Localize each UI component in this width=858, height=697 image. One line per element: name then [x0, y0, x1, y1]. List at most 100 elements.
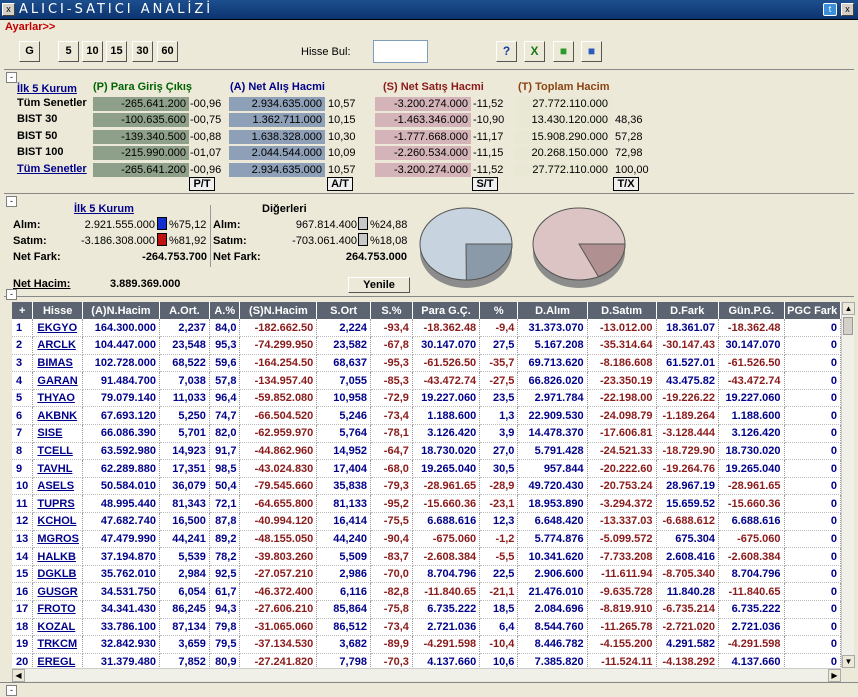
table-row[interactable]: 5 THYAO 79.079.140 11,033 96,4 -59.852.080 10,…: [12, 389, 841, 408]
stock-symbol-link[interactable]: SISE: [32, 424, 83, 443]
column-header[interactable]: Hisse: [32, 302, 83, 319]
period-button-30[interactable]: 30: [132, 41, 153, 62]
summary-row-label[interactable]: Tüm Senetler: [17, 163, 87, 175]
stock-symbol-link[interactable]: THYAO: [32, 389, 83, 408]
collapse-icon[interactable]: -: [6, 196, 17, 207]
stock-symbol-link[interactable]: EKGYO: [32, 319, 83, 338]
stock-symbol-link[interactable]: GARAN: [32, 371, 83, 390]
period-button-5[interactable]: 5: [58, 41, 79, 62]
table-cell: -72,9: [370, 389, 413, 408]
table-row[interactable]: 18 KOZAL 33.786.100 87,134 79,8 -31.065.060 86…: [12, 618, 841, 637]
blue-cubes-icon[interactable]: ■: [581, 41, 602, 62]
stock-symbol-link[interactable]: EREGL: [32, 653, 83, 668]
at-button[interactable]: A/T: [327, 177, 353, 191]
column-header[interactable]: +: [12, 302, 34, 319]
excel-icon[interactable]: X: [524, 41, 545, 62]
column-header[interactable]: Para G.Ç.: [412, 302, 481, 319]
table-cell: -2.608.384: [718, 547, 785, 566]
table-row[interactable]: 3 BIMAS 102.728.000 68,522 59,6 -164.254.50 68…: [12, 354, 841, 373]
stock-symbol-link[interactable]: TUPRS: [32, 494, 83, 514]
table-row[interactable]: 16 GUSGR 34.531.750 6,054 61,7 -46.372.400 6,1…: [12, 582, 841, 601]
scroll-right-icon[interactable]: ▶: [828, 669, 841, 682]
table-cell: 2.906.600: [517, 565, 588, 584]
table-row[interactable]: 20 EREGL 31.379.480 7,852 80,9 -27.241.820 7,7…: [12, 653, 841, 668]
collapse-icon[interactable]: -: [6, 685, 17, 696]
table-row[interactable]: 9 TAVHL 62.289.880 17,351 98,5 -43.024.830 17,…: [12, 459, 841, 478]
table-row[interactable]: 8 TCELL 63.592.980 14,923 91,7 -44.862.960 14,…: [12, 442, 841, 461]
table-cell: 48.995.440: [82, 494, 160, 514]
kurum-title-link[interactable]: İlk 5 Kurum: [74, 203, 134, 215]
refresh-button[interactable]: Yenile: [348, 277, 410, 293]
column-header[interactable]: (A)N.Hacim: [82, 302, 160, 319]
column-header[interactable]: D.Satım: [587, 302, 657, 319]
net-satis-value: -3.200.274.000: [375, 97, 471, 111]
table-cell: 81,133: [316, 494, 371, 514]
stock-symbol-link[interactable]: BIMAS: [32, 354, 83, 373]
column-header[interactable]: PGC Fark: [784, 302, 841, 319]
stock-symbol-link[interactable]: DGKLB: [32, 565, 83, 584]
table-row[interactable]: 1 EKGYO 164.300.000 2,237 84,0 -182.662.50 2,2…: [12, 319, 841, 338]
table-cell: -59.852.080: [239, 389, 318, 408]
column-header[interactable]: A.%: [209, 302, 241, 319]
stock-symbol-link[interactable]: TCELL: [32, 442, 83, 461]
stock-symbol-link[interactable]: HALKB: [32, 547, 83, 566]
kurum-link[interactable]: İlk 5 Kurum: [17, 83, 77, 95]
scroll-left-icon[interactable]: ◀: [12, 669, 25, 682]
close-icon[interactable]: x: [2, 3, 15, 16]
table-row[interactable]: 13 MGROS 47.479.990 44,241 89,2 -48.155.050 44…: [12, 530, 841, 549]
window-close-icon[interactable]: x: [841, 3, 854, 16]
column-header[interactable]: (S)N.Hacim: [239, 302, 318, 319]
table-row[interactable]: 14 HALKB 37.194.870 5,539 78,2 -39.803.260 5,5…: [12, 547, 841, 566]
column-header[interactable]: D.Alım: [517, 302, 588, 319]
table-cell: 7,038: [159, 371, 210, 390]
table-row[interactable]: 15 DGKLB 35.762.010 2,984 92,5 -27.057.210 2,9…: [12, 565, 841, 584]
stock-symbol-link[interactable]: KOZAL: [32, 618, 83, 637]
stock-symbol-link[interactable]: GUSGR: [32, 582, 83, 601]
stock-symbol-link[interactable]: AKBNK: [32, 406, 83, 426]
period-button-60[interactable]: 60: [157, 41, 178, 62]
scroll-down-icon[interactable]: ▼: [842, 655, 855, 668]
table-cell: -6.735.214: [656, 600, 720, 619]
table-row[interactable]: 11 TUPRS 48.995.440 81,343 72,1 -64.655.800 81…: [12, 494, 841, 514]
table-row[interactable]: 17 FROTO 34.341.430 86,245 94,3 -27.606.210 85…: [12, 600, 841, 619]
table-row[interactable]: 4 GARAN 91.484.700 7,038 57,8 -134.957.40 7,05…: [12, 371, 841, 390]
tx-button[interactable]: T/X: [613, 177, 639, 191]
column-header[interactable]: Gün.P.G.: [718, 302, 785, 319]
stock-symbol-link[interactable]: ASELS: [32, 477, 83, 496]
pt-button[interactable]: P/T: [189, 177, 215, 191]
table-row[interactable]: 12 KCHOL 47.682.740 16,500 87,8 -40.994.120 16…: [12, 512, 841, 531]
scroll-up-icon[interactable]: ▲: [842, 302, 855, 315]
period-button-10[interactable]: 10: [82, 41, 103, 62]
table-row[interactable]: 7 SISE 66.086.390 5,701 82,0 -62.959.970 5,764…: [12, 424, 841, 443]
table-row[interactable]: 6 AKBNK 67.693.120 5,250 74,7 -66.504.520 5,24…: [12, 406, 841, 426]
column-header[interactable]: S.%: [370, 302, 413, 319]
table-row[interactable]: 2 ARCLK 104.447.000 23,548 95,3 -74.299.950 23…: [12, 336, 841, 355]
green-cubes-icon[interactable]: ■: [553, 41, 574, 62]
column-header[interactable]: %: [479, 302, 519, 319]
stock-symbol-link[interactable]: MGROS: [32, 530, 83, 549]
period-button-15[interactable]: 15: [106, 41, 127, 62]
stock-symbol-link[interactable]: FROTO: [32, 600, 83, 619]
stock-symbol-link[interactable]: TAVHL: [32, 459, 83, 478]
settings-link[interactable]: Ayarlar>>: [5, 21, 55, 33]
horizontal-scrollbar[interactable]: ◀ ▶: [12, 668, 841, 682]
column-header[interactable]: D.Fark: [656, 302, 720, 319]
collapse-icon[interactable]: -: [6, 289, 17, 300]
twitter-icon[interactable]: t: [823, 3, 837, 16]
period-button-g[interactable]: G: [19, 41, 40, 62]
search-input[interactable]: [373, 40, 428, 63]
stock-symbol-link[interactable]: ARCLK: [32, 336, 83, 355]
table-cell: 12,3: [479, 512, 519, 531]
column-header[interactable]: S.Ort: [316, 302, 371, 319]
help-icon[interactable]: ?: [496, 41, 517, 62]
vertical-scrollbar[interactable]: ▲ ▼: [841, 302, 855, 668]
table-row[interactable]: 10 ASELS 50.584.010 36,079 50,4 -79.545.660 35…: [12, 477, 841, 496]
collapse-icon[interactable]: -: [6, 72, 17, 83]
column-header[interactable]: A.Ort.: [159, 302, 210, 319]
table-row[interactable]: 19 TRKCM 32.842.930 3,659 79,5 -37.134.530 3,6…: [12, 635, 841, 654]
scroll-thumb[interactable]: [843, 317, 853, 335]
stock-symbol-link[interactable]: KCHOL: [32, 512, 83, 531]
stock-symbol-link[interactable]: TRKCM: [32, 635, 83, 654]
net-satis-percent: -11,52: [473, 164, 504, 176]
st-button[interactable]: S/T: [472, 177, 498, 191]
